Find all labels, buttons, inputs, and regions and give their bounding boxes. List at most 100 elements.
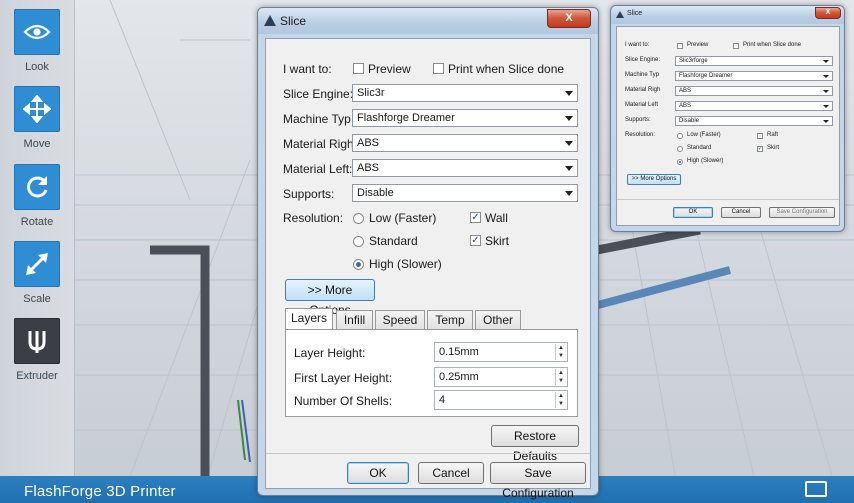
chevron-down-icon bbox=[565, 91, 573, 96]
small-skirt-checkbox[interactable]: ✓ bbox=[757, 146, 763, 152]
small-more-options-button[interactable]: >> More Options bbox=[627, 174, 681, 185]
wall-checkbox[interactable]: ✓ bbox=[470, 212, 481, 223]
material-right-label: Material Righ bbox=[283, 137, 354, 151]
scale-label: Scale bbox=[23, 293, 51, 305]
res-high-label: High (Slower) bbox=[369, 257, 442, 271]
window-icon[interactable] bbox=[805, 481, 827, 497]
look-tool[interactable]: Look bbox=[13, 9, 61, 73]
small-machine-select[interactable]: Flashforge Dreamer bbox=[675, 71, 833, 81]
extruder-tool[interactable]: Extruder bbox=[13, 318, 61, 382]
wall-label: Wall bbox=[485, 211, 508, 225]
layer-height-label: Layer Height: bbox=[294, 346, 366, 360]
material-left-select[interactable]: ABS bbox=[352, 159, 578, 177]
small-save-configuration-button[interactable]: Save Configuration bbox=[769, 207, 835, 218]
first-layer-height-input[interactable]: 0.25mm ▲ ▼ bbox=[434, 367, 568, 387]
tab-layers[interactable]: Layers bbox=[285, 308, 333, 329]
small-close-button[interactable]: X bbox=[815, 7, 841, 19]
small-res-standard-radio[interactable] bbox=[677, 146, 683, 152]
slice-dialog-preview: Slice X I want to: Preview Print when Sl… bbox=[610, 5, 845, 232]
material-left-label: Material Left: bbox=[283, 162, 353, 176]
small-footer-divider bbox=[617, 199, 839, 200]
small-want-label: I want to: bbox=[625, 42, 650, 48]
small-dialog-body: I want to: Preview Print when Slice done… bbox=[616, 26, 840, 226]
tab-other[interactable]: Other bbox=[475, 310, 521, 329]
small-mat-left-select[interactable]: ABS bbox=[675, 101, 833, 111]
restore-defaults-button[interactable]: Restore Defaults bbox=[491, 425, 579, 463]
skirt-checkbox[interactable]: ✓ bbox=[470, 235, 481, 246]
res-standard-radio[interactable] bbox=[353, 236, 364, 247]
chevron-down-icon bbox=[565, 141, 573, 146]
more-options-button[interactable]: >> More Options bbox=[285, 279, 375, 317]
small-skirt-label: Skirt bbox=[767, 145, 779, 151]
spinner-arrows-icon[interactable]: ▲ ▼ bbox=[555, 344, 566, 360]
tab-speed[interactable]: Speed bbox=[375, 310, 425, 329]
res-low-radio[interactable] bbox=[353, 213, 364, 224]
left-toolbar: Look Move Rotate Scale Extruder bbox=[0, 0, 75, 503]
small-print-done-checkbox[interactable] bbox=[733, 43, 739, 49]
move-tool[interactable]: Move bbox=[13, 86, 61, 150]
machine-type-value: Flashforge Dreamer bbox=[357, 112, 455, 124]
preview-checkbox[interactable] bbox=[353, 63, 364, 74]
move-arrows-icon bbox=[23, 95, 51, 123]
slice-dialog-titlebar[interactable]: Slice X bbox=[258, 8, 598, 34]
small-dialog-title: Slice bbox=[627, 10, 643, 17]
small-cancel-button[interactable]: Cancel bbox=[721, 207, 761, 218]
res-high-radio[interactable] bbox=[353, 259, 364, 270]
small-raft-checkbox[interactable] bbox=[757, 133, 763, 139]
print-when-done-checkbox[interactable] bbox=[433, 63, 444, 74]
supports-label: Supports: bbox=[283, 187, 335, 201]
small-res-high-radio[interactable] bbox=[677, 159, 683, 165]
scale-button[interactable] bbox=[14, 241, 60, 287]
small-mat-right-label: Material Righ bbox=[625, 87, 661, 93]
app-logo-icon bbox=[616, 11, 624, 18]
small-supports-select[interactable]: Disable bbox=[675, 116, 833, 126]
rotate-label: Rotate bbox=[20, 216, 54, 228]
scale-arrow-icon bbox=[26, 253, 48, 275]
machine-type-select[interactable]: Flashforge Dreamer bbox=[352, 109, 578, 127]
supports-select[interactable]: Disable bbox=[352, 184, 578, 202]
small-res-high-label: High (Slower) bbox=[687, 158, 724, 164]
tab-temp[interactable]: Temp bbox=[427, 310, 473, 329]
small-print-done-label: Print when Slice done bbox=[743, 42, 802, 48]
chevron-down-icon bbox=[823, 120, 829, 123]
spinner-arrows-icon[interactable]: ▲ ▼ bbox=[555, 369, 566, 385]
layers-tab-panel: Layer Height: 0.15mm ▲ ▼ First Layer Heig… bbox=[285, 329, 578, 417]
material-right-select[interactable]: ABS bbox=[352, 134, 578, 152]
small-dialog-titlebar[interactable]: Slice X bbox=[611, 6, 844, 24]
small-ok-button[interactable]: OK bbox=[673, 207, 713, 218]
tab-infill[interactable]: Infill bbox=[336, 310, 373, 329]
small-preview-checkbox[interactable] bbox=[677, 43, 683, 49]
layer-height-value: 0.15mm bbox=[439, 346, 479, 358]
save-configuration-button[interactable]: Save Configuration bbox=[490, 462, 586, 500]
small-resolution-label: Resolution: bbox=[625, 132, 656, 138]
res-standard-label: Standard bbox=[369, 234, 418, 248]
slice-engine-value: Slic3r bbox=[357, 87, 385, 99]
layer-height-input[interactable]: 0.15mm ▲ ▼ bbox=[434, 342, 568, 362]
number-of-shells-label: Number Of Shells: bbox=[294, 394, 393, 408]
rotate-button[interactable] bbox=[14, 164, 60, 210]
extruder-button[interactable] bbox=[14, 318, 60, 364]
small-raft-label: Raft bbox=[767, 132, 779, 138]
preview-label: Preview bbox=[368, 62, 411, 76]
number-of-shells-input[interactable]: 4 ▲ ▼ bbox=[434, 390, 568, 410]
spinner-arrows-icon[interactable]: ▲ ▼ bbox=[555, 392, 566, 408]
ok-button[interactable]: OK bbox=[347, 462, 409, 484]
small-res-low-radio[interactable] bbox=[677, 133, 683, 139]
small-engine-label: Slice Engine: bbox=[625, 57, 661, 63]
app-title: FlashForge 3D Printer bbox=[24, 483, 176, 500]
small-mat-right-select[interactable]: ABS bbox=[675, 86, 833, 96]
move-button[interactable] bbox=[14, 86, 60, 132]
material-left-value: ABS bbox=[357, 162, 380, 174]
slice-dialog-body: I want to: Preview Print when Slice done… bbox=[265, 38, 591, 500]
extruder-label: Extruder bbox=[16, 370, 58, 382]
number-of-shells-value: 4 bbox=[439, 394, 446, 406]
chevron-down-icon bbox=[823, 90, 829, 93]
scale-tool[interactable]: Scale bbox=[13, 241, 61, 305]
small-engine-select[interactable]: Slic3rforge bbox=[675, 56, 833, 66]
slice-engine-select[interactable]: Slic3r bbox=[352, 84, 578, 102]
look-button[interactable] bbox=[14, 9, 60, 55]
slice-dialog-title: Slice bbox=[280, 14, 307, 28]
rotate-tool[interactable]: Rotate bbox=[13, 164, 61, 228]
close-button[interactable]: X bbox=[547, 9, 591, 28]
cancel-button[interactable]: Cancel bbox=[418, 462, 484, 484]
